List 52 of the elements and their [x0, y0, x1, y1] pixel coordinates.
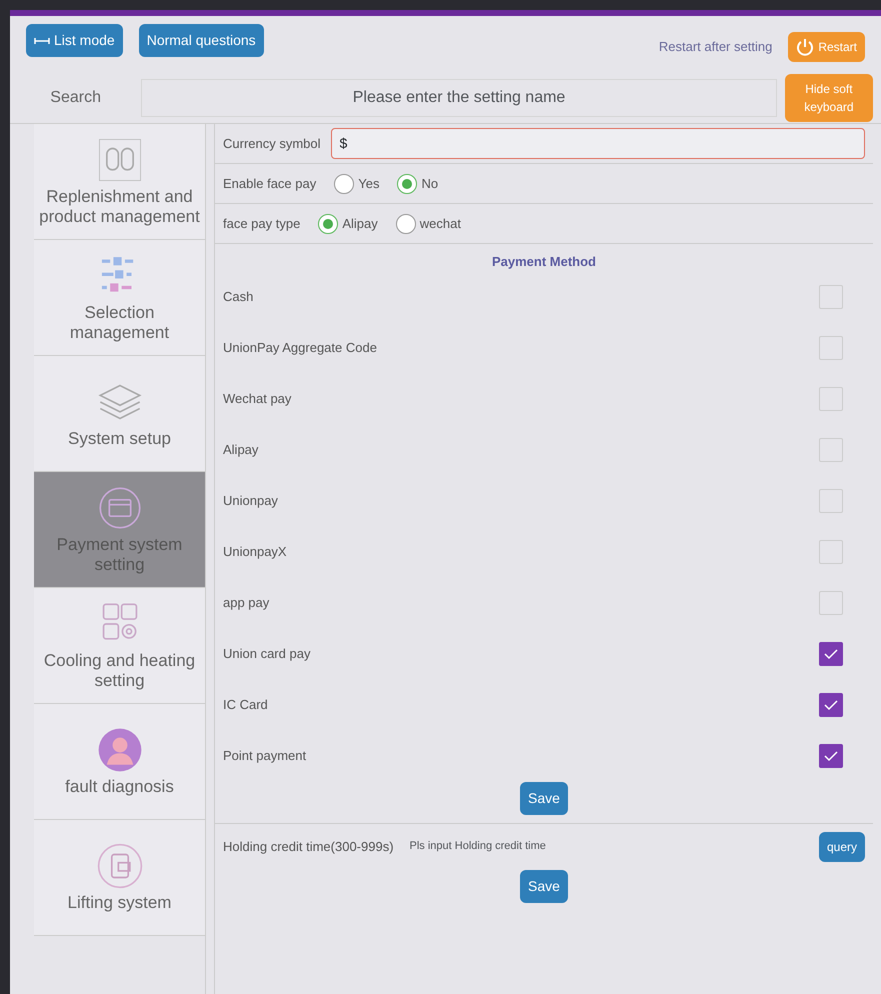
option-label: wechat	[420, 214, 461, 233]
payment-method-label: Wechat pay	[223, 390, 292, 408]
check-icon	[823, 647, 839, 661]
mode-button[interactable]: Normal questions	[138, 24, 264, 57]
document-icon	[96, 842, 142, 889]
section-title: Payment Method	[492, 254, 596, 269]
payment-method-label: Point payment	[223, 747, 306, 766]
save-button[interactable]: Save	[520, 870, 568, 902]
checkbox[interactable]	[819, 744, 843, 768]
payment-method-label: UnionPay Aggregate Code	[223, 339, 377, 358]
radio-button[interactable]	[334, 174, 354, 194]
hide-keyboard-button[interactable]: Hide soft keyboard	[784, 74, 873, 122]
payment-method-label: Cash	[223, 288, 254, 306]
search-label: Search	[50, 88, 101, 108]
sidebar-item[interactable]: Lifting system	[34, 820, 205, 936]
checkbox[interactable]	[819, 693, 843, 717]
radio-button[interactable]	[318, 214, 338, 234]
currency-field[interactable]: $	[330, 128, 865, 159]
payment-method-label: app pay	[223, 594, 270, 612]
list-mode-button[interactable]: List mode	[26, 24, 123, 57]
payment-method-label: Unionpay	[223, 492, 278, 510]
payment-method-label: Alipay	[223, 441, 258, 460]
option-label: No	[421, 174, 438, 193]
power-icon	[796, 38, 814, 56]
field-label: face pay type	[223, 214, 300, 233]
search-field[interactable]: Please enter the setting name	[141, 78, 777, 116]
option-label: Alipay	[342, 214, 378, 233]
check-icon	[823, 749, 839, 763]
payment-method-label: UnionpayX	[223, 543, 287, 562]
restart-note: Restart after setting	[658, 38, 772, 56]
field-label: Holding credit time(300-999s)	[223, 838, 394, 856]
restart-button[interactable]: Restart	[788, 32, 865, 62]
phones-icon	[96, 136, 142, 183]
payment-method-label: IC Card	[223, 696, 268, 714]
radio-button[interactable]	[396, 214, 416, 234]
field-label: Currency symbol	[223, 134, 321, 153]
option-label: Yes	[358, 174, 380, 193]
query-button[interactable]: query	[818, 832, 865, 862]
radio-button[interactable]	[397, 174, 418, 194]
sidebar-item[interactable]: fault diagnosis	[34, 704, 205, 820]
sidebar-item[interactable]: Payment system setting	[34, 472, 205, 588]
person-icon	[96, 726, 142, 773]
field-label: Enable face pay	[223, 174, 316, 193]
sidebar-item[interactable]: Replenishment and product management	[34, 124, 205, 240]
sidebar-item[interactable]: System setup	[34, 356, 205, 472]
sidebar-item[interactable]: Selection management	[34, 240, 205, 356]
check-icon	[823, 698, 839, 712]
card-icon	[96, 484, 142, 531]
payment-method-label: Union card pay	[223, 645, 310, 664]
checkbox[interactable]	[819, 642, 843, 666]
sidebar-item[interactable]: Cooling and heating setting	[34, 588, 205, 704]
save-button[interactable]: Save	[520, 782, 568, 814]
